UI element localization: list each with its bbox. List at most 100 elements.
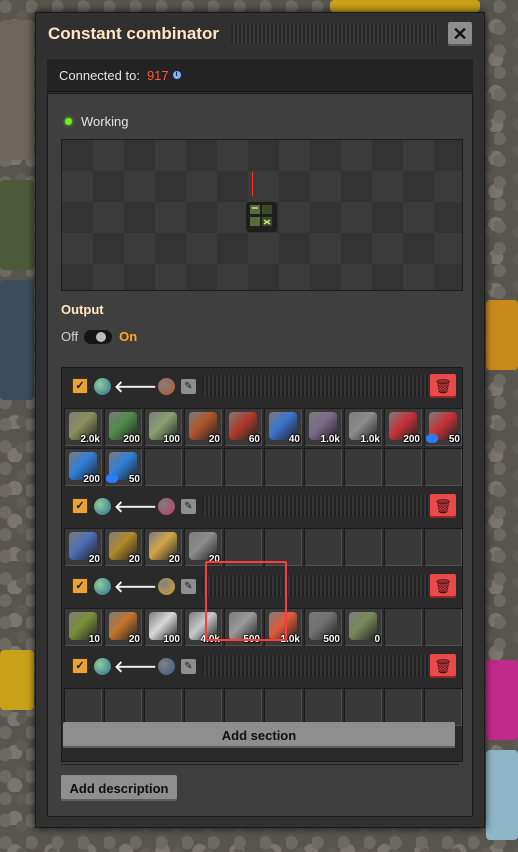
section-header: ✓ 🡐 ✎ 🗑 — [62, 368, 462, 404]
signal-slot[interactable]: 200 — [104, 408, 142, 446]
signal-slot[interactable]: 200 — [384, 408, 422, 446]
signal-slot[interactable]: 50 — [104, 448, 142, 486]
edit-icon[interactable]: ✎ — [180, 378, 196, 394]
signal-slot[interactable]: 60 — [224, 408, 262, 446]
title-bar[interactable]: Constant combinator ✕ — [36, 13, 484, 55]
fish-egg-icon — [349, 612, 377, 640]
signal-slot[interactable] — [264, 448, 302, 486]
signal-slot[interactable]: 20 — [144, 528, 182, 566]
source-planet-icon[interactable] — [157, 577, 175, 595]
highlight-box — [205, 561, 287, 641]
trash-icon: 🗑 — [434, 577, 452, 594]
constant-combinator-icon — [246, 202, 277, 232]
drag-handle[interactable] — [230, 24, 438, 44]
planet-icon[interactable] — [94, 497, 111, 515]
signal-slot[interactable] — [64, 688, 102, 726]
planet-icon[interactable] — [94, 577, 111, 595]
section-checkbox[interactable]: ✓ — [72, 498, 88, 514]
signal-slot[interactable]: 1.0k — [304, 408, 342, 446]
delete-section-button[interactable]: 🗑 — [430, 574, 456, 598]
signal-slot[interactable]: 1.0k — [344, 408, 382, 446]
signal-slot[interactable] — [424, 528, 462, 566]
section-drag-handle[interactable] — [201, 495, 449, 517]
signal-slot[interactable] — [384, 528, 422, 566]
signal-slot[interactable] — [384, 688, 422, 726]
delete-section-button[interactable]: 🗑 — [430, 654, 456, 678]
planet-icon[interactable] — [94, 657, 111, 675]
signal-slot[interactable] — [224, 448, 262, 486]
signal-count: 60 — [248, 434, 260, 445]
signal-slot[interactable] — [304, 528, 342, 566]
signal-slot[interactable]: 0 — [344, 608, 382, 646]
signal-slot[interactable]: 10 — [64, 608, 102, 646]
signal-slot[interactable] — [344, 688, 382, 726]
toggle-knob — [96, 331, 107, 342]
edit-icon[interactable]: ✎ — [180, 498, 196, 514]
signal-slot[interactable] — [424, 688, 462, 726]
signal-slot[interactable] — [184, 688, 222, 726]
add-description-button[interactable]: Add description — [61, 775, 177, 801]
signal-slot[interactable]: 20 — [64, 528, 102, 566]
delete-section-button[interactable]: 🗑 — [430, 374, 456, 398]
signal-slot[interactable] — [344, 528, 382, 566]
arrow-left-icon: 🡐 — [114, 498, 157, 516]
signal-slot[interactable] — [184, 448, 222, 486]
source-planet-icon[interactable] — [157, 497, 175, 515]
signal-count: 20 — [168, 554, 180, 565]
signal-slot[interactable] — [424, 448, 462, 486]
output-toggle-switch[interactable] — [84, 329, 113, 344]
signal-slot[interactable] — [384, 448, 422, 486]
signal-slot[interactable]: 100 — [144, 608, 182, 646]
signal-slot[interactable] — [304, 688, 342, 726]
trash-icon: 🗑 — [434, 657, 452, 674]
section-checkbox[interactable]: ✓ — [72, 658, 88, 674]
signal-slot[interactable]: 500 — [304, 608, 342, 646]
signal-count: 20 — [208, 434, 220, 445]
signal-slot[interactable]: 2.0k — [64, 408, 102, 446]
status-indicator-icon — [65, 118, 72, 125]
trash-icon: 🗑 — [434, 377, 452, 394]
signal-slot[interactable] — [104, 688, 142, 726]
signal-slot[interactable]: 40 — [264, 408, 302, 446]
edit-icon[interactable]: ✎ — [180, 578, 196, 594]
arrow-left-icon: 🡐 — [114, 658, 157, 676]
signal-count: 40 — [288, 434, 300, 445]
signal-slot[interactable]: 100 — [144, 408, 182, 446]
signal-slot[interactable]: 20 — [104, 608, 142, 646]
signal-count: 100 — [163, 634, 180, 645]
signal-slot[interactable] — [384, 608, 422, 646]
signal-slot[interactable] — [264, 688, 302, 726]
signal-slot[interactable]: 200 — [64, 448, 102, 486]
delete-section-button[interactable]: 🗑 — [430, 494, 456, 518]
signal-count: 200 — [123, 434, 140, 445]
signal-slot[interactable] — [344, 448, 382, 486]
edit-icon[interactable]: ✎ — [180, 658, 196, 674]
trash-icon: 🗑 — [434, 497, 452, 514]
signal-slot-grid — [64, 688, 462, 726]
section-drag-handle[interactable] — [201, 655, 449, 677]
signal-slot[interactable] — [144, 688, 182, 726]
section-drag-handle[interactable] — [201, 375, 449, 397]
signal-slot[interactable]: 50 — [424, 408, 462, 446]
section-checkbox[interactable]: ✓ — [72, 578, 88, 594]
signal-slot[interactable] — [144, 448, 182, 486]
close-button[interactable]: ✕ — [448, 22, 472, 46]
toggle-on-label: On — [119, 329, 138, 344]
world-machine — [486, 750, 518, 840]
source-planet-icon[interactable] — [157, 657, 175, 675]
signal-slot[interactable] — [304, 448, 342, 486]
signal-slot[interactable] — [224, 688, 262, 726]
add-section-button[interactable]: Add section — [63, 722, 455, 748]
info-icon[interactable]: i — [172, 71, 181, 79]
source-planet-icon[interactable] — [157, 377, 175, 395]
output-heading: Output — [61, 302, 104, 317]
main-panel: Working Output Off On ✓ 🡐 ✎ 🗑 2.0k 200 100 20 60… — [47, 93, 473, 817]
world-machine — [0, 650, 34, 710]
section-checkbox[interactable]: ✓ — [72, 378, 88, 394]
signal-count: 2.0k — [80, 434, 100, 445]
signal-slot[interactable] — [424, 608, 462, 646]
planet-icon[interactable] — [94, 377, 111, 395]
signal-slot[interactable]: 20 — [184, 408, 222, 446]
world-machine — [0, 280, 34, 400]
signal-slot[interactable]: 20 — [104, 528, 142, 566]
